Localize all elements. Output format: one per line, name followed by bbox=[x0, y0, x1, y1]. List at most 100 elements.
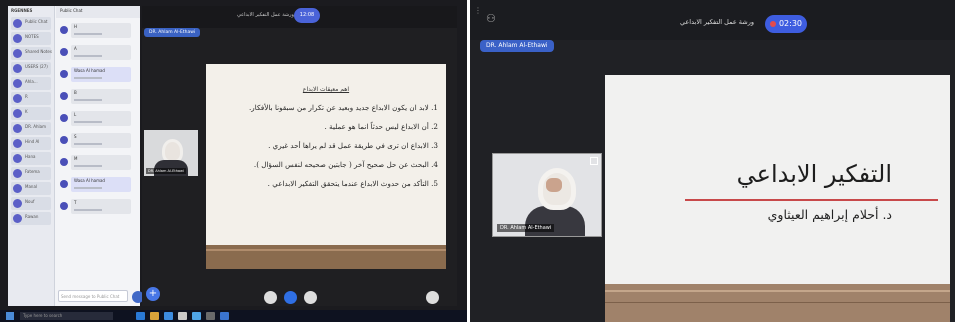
user-name: Public Chat bbox=[25, 19, 48, 24]
avatar bbox=[13, 49, 22, 58]
public-chat-panel: Public Chat H A Wasa Al hamad B L S M Wasa Al h… bbox=[56, 6, 140, 306]
presenter-tag: DR. Ahlam Al-Ethawi bbox=[144, 28, 201, 37]
message-text-line bbox=[74, 55, 102, 57]
chat-message: B bbox=[60, 88, 136, 106]
slide-floor-decoration bbox=[206, 245, 446, 269]
avatar bbox=[13, 214, 22, 223]
webcam-tile[interactable]: DR. Ahlam Al-Ethawi bbox=[144, 130, 198, 176]
taskbar-app-icon[interactable] bbox=[220, 312, 229, 320]
message-bubble: L bbox=[71, 111, 131, 126]
slide-points: 1. لابد ان يكون الابداع جديد وبعيد عن تك… bbox=[214, 103, 438, 188]
mic-button[interactable] bbox=[264, 291, 277, 304]
users-icon[interactable]: ⚇ bbox=[486, 12, 496, 25]
user-list-item[interactable]: Manal bbox=[11, 182, 51, 195]
avatar bbox=[60, 92, 68, 100]
user-name: Nouf bbox=[25, 199, 35, 204]
taskbar-search[interactable]: Type here to search bbox=[20, 312, 113, 320]
chat-message: A bbox=[60, 44, 136, 62]
message-bubble: A bbox=[71, 45, 131, 60]
user-list-item[interactable]: Fatema bbox=[11, 167, 51, 180]
avatar bbox=[13, 184, 22, 193]
message-bubble: B bbox=[71, 89, 131, 104]
user-list-item[interactable]: NOTES bbox=[11, 32, 51, 45]
slide-point: 4. البحث عن حل صحيح آخر ( جابتين صحيحه ل… bbox=[253, 160, 438, 169]
record-icon bbox=[769, 20, 776, 27]
user-list-item[interactable]: Public Chat bbox=[11, 17, 51, 30]
sender-name: B bbox=[74, 90, 77, 95]
folder-icon[interactable] bbox=[150, 312, 159, 320]
webcam-label: DR. Ahlam Al-Ethawi bbox=[146, 168, 186, 174]
webcam-label: DR. Ahlam Al-Ethawi bbox=[497, 224, 555, 232]
avatar bbox=[13, 109, 22, 118]
avatar bbox=[13, 124, 22, 133]
message-bubble: H bbox=[71, 23, 131, 38]
windows-taskbar: Type here to search bbox=[0, 310, 467, 322]
message-text-line bbox=[74, 143, 102, 145]
message-bubble: S bbox=[71, 133, 131, 148]
user-name: DR. Ahlam bbox=[25, 124, 46, 129]
user-list-item[interactable]: DR. Ahlam bbox=[11, 122, 51, 135]
avatar bbox=[13, 154, 22, 163]
sender-name: T bbox=[74, 200, 77, 205]
message-bubble: Wasa Al hamad bbox=[71, 67, 131, 82]
slide-point: 5. التأكد من حدوث الابداع عندما يتحقق ال… bbox=[267, 179, 438, 188]
message-text-line bbox=[74, 165, 102, 167]
message-text-line bbox=[74, 99, 102, 101]
user-list-item[interactable]: Shared Notes bbox=[11, 47, 52, 60]
chat-message-input[interactable]: Send message to Public Chat bbox=[58, 290, 128, 302]
camera-button[interactable] bbox=[304, 291, 317, 304]
user-list-item[interactable]: K bbox=[11, 107, 51, 120]
chat-message: T bbox=[60, 198, 136, 216]
user-name: USERS (27) bbox=[25, 64, 48, 69]
message-bubble: T bbox=[71, 199, 131, 214]
taskbar-app-icon[interactable] bbox=[178, 312, 187, 320]
taskbar-app-icon[interactable] bbox=[136, 312, 145, 320]
recording-timer[interactable]: 02:30 bbox=[765, 15, 807, 33]
avatar bbox=[60, 180, 68, 188]
meeting-area: ورشة عمل التفكير الابداعي 12:08 DR. Ahla… bbox=[142, 6, 457, 306]
chat-message: Wasa Al hamad bbox=[60, 66, 136, 84]
users-rail: RGENNES Public Chat NOTES Shared Notes USER… bbox=[8, 6, 55, 306]
user-list-item[interactable]: USERS (27) bbox=[11, 62, 51, 75]
avatar bbox=[13, 79, 22, 88]
windows-start-icon[interactable] bbox=[6, 312, 14, 320]
user-list-item[interactable]: R bbox=[11, 92, 51, 105]
sender-name: S bbox=[74, 134, 77, 139]
actions-plus-button[interactable]: + bbox=[146, 287, 160, 301]
avatar bbox=[60, 158, 68, 166]
user-list-item[interactable]: Rawan bbox=[11, 212, 51, 225]
screen-share-button[interactable] bbox=[426, 291, 439, 304]
presentation-slide: اهم معيقات الابداع 1. لابد ان يكون الابد… bbox=[206, 64, 446, 269]
user-list-item[interactable]: Ahla... bbox=[11, 77, 51, 90]
browser-icon[interactable] bbox=[164, 312, 173, 320]
meeting-sidebar: RGENNES Public Chat NOTES Shared Notes USER… bbox=[8, 6, 144, 306]
message-text-line bbox=[74, 77, 102, 79]
user-list-item[interactable]: Hind Al bbox=[11, 137, 51, 150]
avatar bbox=[13, 199, 22, 208]
taskbar-app-icon[interactable] bbox=[192, 312, 201, 320]
expand-icon[interactable] bbox=[590, 157, 598, 165]
recording-timer[interactable]: 12:08 bbox=[294, 8, 320, 23]
slide-point: 3. الابداع ان ترى في طريقة عمل قد لم يرا… bbox=[268, 141, 438, 150]
message-text-line bbox=[74, 121, 102, 123]
chat-message: S bbox=[60, 132, 136, 150]
meeting-title: ورشة عمل التفكير الابداعي bbox=[237, 12, 294, 18]
message-bubble: Wasa Al hamad bbox=[71, 177, 131, 192]
user-list-item[interactable]: Hana bbox=[11, 152, 51, 165]
avatar bbox=[60, 202, 68, 210]
rail-header: RGENNES bbox=[11, 8, 33, 13]
avatar bbox=[60, 136, 68, 144]
audio-button[interactable] bbox=[284, 291, 297, 304]
left-photo: RGENNES Public Chat NOTES Shared Notes USER… bbox=[0, 0, 467, 322]
webcam-tile[interactable]: DR. Ahlam Al-Ethawi bbox=[492, 153, 602, 237]
avatar bbox=[60, 70, 68, 78]
avatar bbox=[60, 114, 68, 122]
chat-message: Wasa Al hamad bbox=[60, 176, 136, 194]
meeting-title: ورشة عمل التفكير الابداعي bbox=[680, 18, 754, 26]
user-name: Fatema bbox=[25, 169, 40, 174]
slide-point: 1. لابد ان يكون الابداع جديد وبعيد عن تك… bbox=[249, 103, 438, 112]
taskbar-app-icon[interactable] bbox=[206, 312, 215, 320]
vertical-dots-icon[interactable]: ⋮ bbox=[474, 6, 482, 15]
sender-name: Wasa Al hamad bbox=[74, 178, 105, 183]
user-list-item[interactable]: Nouf bbox=[11, 197, 51, 210]
